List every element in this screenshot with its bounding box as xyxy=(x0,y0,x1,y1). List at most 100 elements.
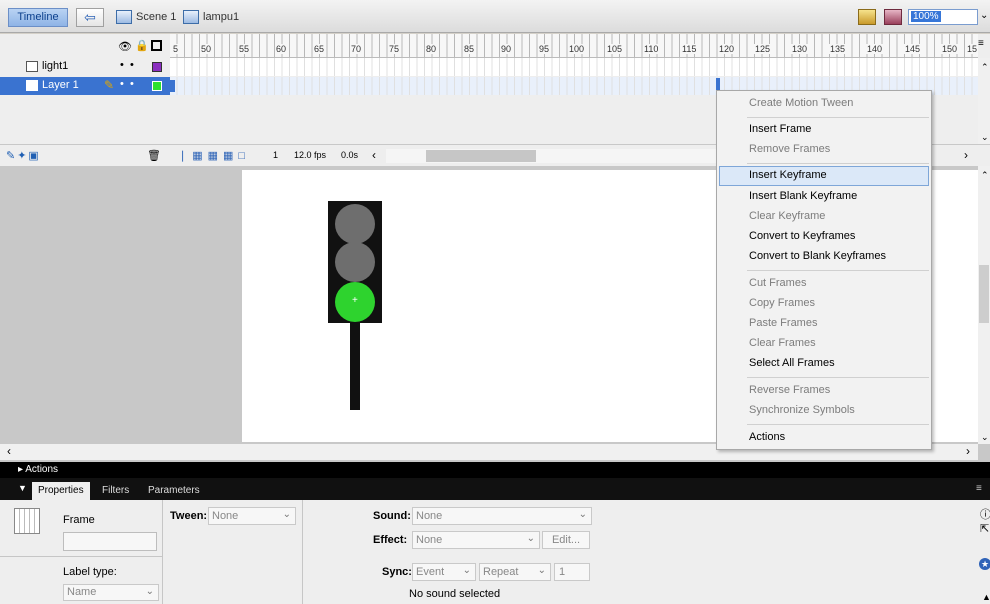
actions-label-text: Actions xyxy=(25,464,59,475)
effect-value: None xyxy=(416,534,443,546)
chevron-down-icon[interactable]: ⌄ xyxy=(981,432,989,443)
ruler-label: 95 xyxy=(538,44,551,54)
layer-name: Layer 1 xyxy=(42,79,79,91)
effect-select[interactable]: None ⌄ xyxy=(412,531,540,549)
menu-clear-keyframe[interactable]: Clear Keyframe xyxy=(719,207,929,227)
menu-create-motion-tween[interactable]: Create Motion Tween xyxy=(719,94,929,114)
chevron-right-icon[interactable]: › xyxy=(964,148,968,162)
timeline-options-icon[interactable]: ≡ xyxy=(978,38,984,49)
menu-insert-blank-keyframe[interactable]: Insert Blank Keyframe xyxy=(719,187,929,207)
ruler-label: 145 xyxy=(904,44,922,54)
repeat-select[interactable]: Repeat ⌄ xyxy=(479,563,551,581)
chevron-left-icon[interactable]: ‹ xyxy=(372,148,376,162)
menu-clear-frames[interactable]: Clear Frames xyxy=(719,334,929,354)
layer-row-light1[interactable]: light1 • • xyxy=(0,58,170,76)
menu-remove-frames[interactable]: Remove Frames xyxy=(719,140,929,160)
menu-cut-frames[interactable]: Cut Frames xyxy=(719,274,929,294)
edit-sound-button[interactable]: Edit... xyxy=(542,531,590,549)
tab-parameters[interactable]: Parameters xyxy=(148,485,200,496)
tab-properties[interactable]: Properties xyxy=(32,482,90,500)
menu-convert-to-blank-keyframes[interactable]: Convert to Blank Keyframes xyxy=(719,247,929,267)
menu-insert-keyframe[interactable]: Insert Keyframe xyxy=(719,166,929,186)
traffic-light-pole[interactable] xyxy=(350,322,360,410)
zoom-select[interactable]: 100% xyxy=(908,9,978,25)
frame-context-menu: Create Motion Tween Insert Frame Remove … xyxy=(716,90,932,450)
chevron-up-icon[interactable]: ⌃ xyxy=(981,62,989,73)
accessibility-icon[interactable]: ★ xyxy=(979,558,990,570)
menu-reverse-frames[interactable]: Reverse Frames xyxy=(719,381,929,401)
menu-separator xyxy=(747,163,929,164)
layer-icon xyxy=(26,61,38,72)
chevron-down-icon: ⌄ xyxy=(526,533,535,544)
layer-row-layer1[interactable]: Layer 1 ✎ • • xyxy=(0,77,170,95)
sound-value: None xyxy=(416,510,443,522)
back-arrow-icon[interactable]: ⇦ xyxy=(76,8,104,27)
chevron-down-icon[interactable]: ⌄ xyxy=(981,132,989,143)
expand-icon[interactable]: ⇱ xyxy=(980,522,989,535)
ruler-label: 15 xyxy=(966,44,979,54)
frame-label: Frame xyxy=(63,514,95,526)
chevron-down-icon: ⌄ xyxy=(145,586,154,597)
sync-value: Event xyxy=(416,566,445,578)
collapse-icon[interactable]: ▲ xyxy=(982,592,990,602)
eye-icon[interactable]: 👁 xyxy=(118,40,132,53)
collapse-triangle-icon[interactable]: ▼ xyxy=(18,483,27,493)
help-icon[interactable]: ⓘ xyxy=(980,506,990,522)
sync-select[interactable]: Event ⌄ xyxy=(412,563,476,581)
add-layer-icon[interactable]: ✎✦▣ xyxy=(6,149,41,162)
scrollbar-thumb[interactable] xyxy=(426,150,536,162)
chevron-right-icon[interactable]: › xyxy=(966,444,970,458)
trash-icon[interactable]: 🗑 xyxy=(147,149,161,162)
label-type-select[interactable]: Name ⌄ xyxy=(63,584,159,601)
menu-synchronize-symbols[interactable]: Synchronize Symbols xyxy=(719,401,929,421)
menu-select-all-frames[interactable]: Select All Frames xyxy=(719,354,929,374)
timeline-toggle-button[interactable]: Timeline xyxy=(8,8,68,27)
chevron-left-icon[interactable]: ‹ xyxy=(7,444,11,458)
menu-convert-to-keyframes[interactable]: Convert to Keyframes xyxy=(719,227,929,247)
tab-filters[interactable]: Filters xyxy=(102,485,129,496)
effect-label: Effect: xyxy=(373,534,408,546)
menu-copy-frames[interactable]: Copy Frames xyxy=(719,294,929,314)
breadcrumb-symbol[interactable]: lampu1 xyxy=(203,11,239,23)
edit-scene-icon[interactable] xyxy=(858,9,876,25)
yellow-lamp[interactable] xyxy=(335,242,375,282)
edit-symbol-icon[interactable] xyxy=(884,9,902,25)
breadcrumb-scene[interactable]: Scene 1 xyxy=(136,11,176,23)
scene-icon xyxy=(116,10,132,24)
frame-icon xyxy=(14,508,40,534)
outline-icon[interactable] xyxy=(151,40,162,51)
layer-outline-color[interactable] xyxy=(152,62,162,72)
repeat-count-input[interactable]: 1 xyxy=(554,563,590,581)
menu-paste-frames[interactable]: Paste Frames xyxy=(719,314,929,334)
ruler-label: 135 xyxy=(829,44,847,54)
sound-select[interactable]: None ⌄ xyxy=(412,507,592,525)
ruler-label: 115 xyxy=(681,44,698,54)
layer-outline-color[interactable] xyxy=(152,81,162,91)
panel-options-icon[interactable]: ≡ xyxy=(976,483,982,494)
menu-separator xyxy=(747,117,929,118)
scrollbar-thumb[interactable] xyxy=(979,265,989,323)
layer-visibility-dots[interactable]: • • xyxy=(120,59,134,71)
chevron-up-icon[interactable]: ⌃ xyxy=(981,170,989,181)
layer-visibility-dots[interactable]: • • xyxy=(120,78,134,90)
actions-panel-header[interactable]: ▸ Actions xyxy=(0,462,990,478)
ruler-label: 65 xyxy=(313,44,326,54)
menu-separator xyxy=(747,424,929,425)
red-lamp[interactable] xyxy=(335,204,375,244)
frame-name-input[interactable] xyxy=(63,532,157,551)
keyframe[interactable] xyxy=(170,80,175,92)
frame-ruler[interactable]: 5 50 55 60 65 70 75 80 85 90 95 100 105 110 115 120 125 1… xyxy=(170,34,979,58)
menu-actions[interactable]: Actions xyxy=(719,428,929,448)
frame-row-light1[interactable] xyxy=(170,58,978,76)
menu-insert-frame[interactable]: Insert Frame xyxy=(719,120,929,140)
lock-icon[interactable]: 🔒 xyxy=(135,39,149,52)
divider xyxy=(302,500,303,604)
sync-label: Sync: xyxy=(382,566,412,578)
layer-header: 👁 🔒 xyxy=(0,34,170,58)
pencil-icon: ✎ xyxy=(104,78,115,92)
frame-rate[interactable]: 12.0 fps xyxy=(294,150,326,160)
symbol-icon xyxy=(183,10,199,24)
onion-skin-icons[interactable]: ❘▦▦▦□ xyxy=(178,149,250,162)
chevron-down-icon[interactable]: ⌄ xyxy=(980,10,988,21)
tween-select[interactable]: None ⌄ xyxy=(208,507,296,525)
